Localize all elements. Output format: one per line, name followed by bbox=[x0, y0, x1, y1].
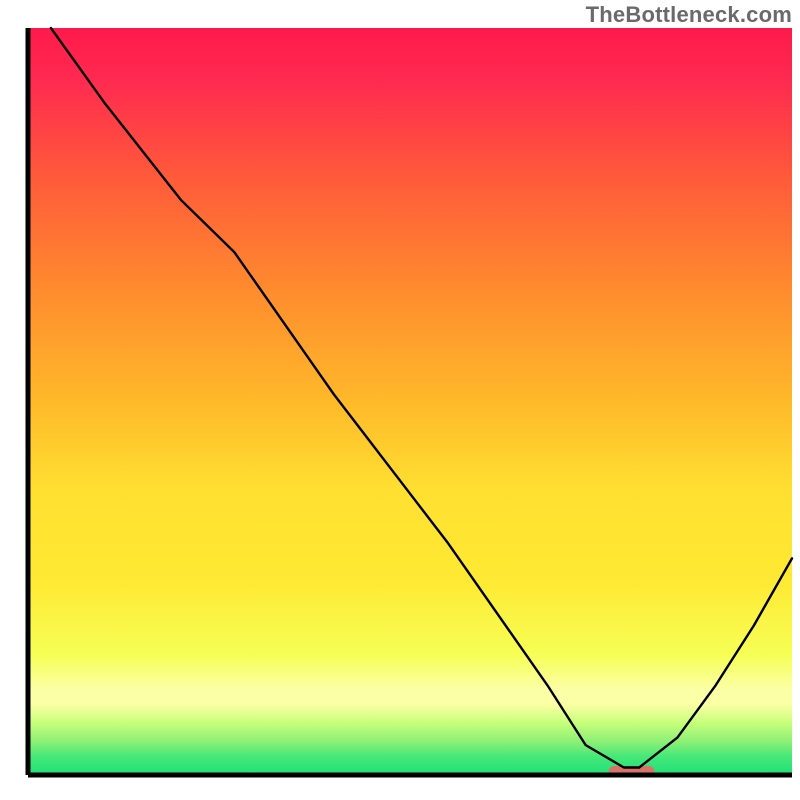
chart-container: TheBottleneck.com bbox=[0, 0, 800, 800]
chart-svg bbox=[0, 0, 800, 800]
watermark-text: TheBottleneck.com bbox=[586, 2, 792, 28]
chart-background bbox=[28, 28, 792, 775]
